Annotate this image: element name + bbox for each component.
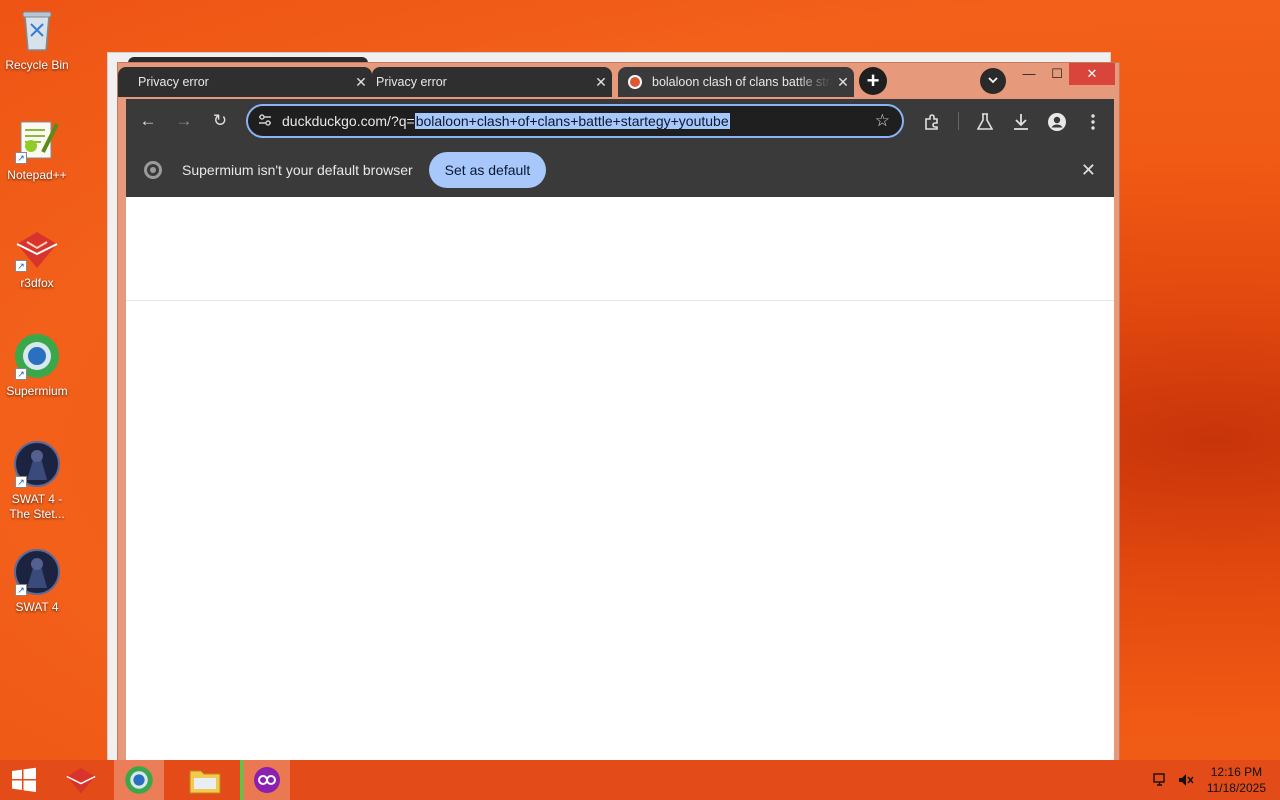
supermium-icon: ↗ [13,332,61,380]
desktop-icon-swat4-stetchkov[interactable]: ↗ SWAT 4 - The Stet... [0,440,74,522]
downloads-icon[interactable] [1003,103,1039,139]
set-as-default-button[interactable]: Set as default [428,152,547,188]
tab-privacy-error-1[interactable]: Privacy error ✕ [118,67,372,97]
desktop-icon-label: SWAT 4 [15,600,59,614]
tab-close-icon[interactable]: ✕ [832,74,854,91]
tab-close-icon[interactable]: ✕ [590,74,612,91]
tab-privacy-error-2[interactable]: Privacy error ✕ [372,67,612,97]
shortcut-arrow-icon: ↗ [15,152,27,164]
desktop-icon-notepad-plus-plus[interactable]: ↗ Notepad++ [0,116,74,183]
tab-duckduckgo-search[interactable]: bolaloon clash of clans battle stra ✕ [618,67,854,97]
shortcut-arrow-icon: ↗ [15,476,27,488]
site-settings-icon[interactable] [258,113,278,130]
desktop-icon-label: Notepad++ [7,168,67,182]
tab-close-icon[interactable]: ✕ [350,74,372,91]
r3dfox-icon: ↗ [13,224,61,272]
desktop-icon-label: Recycle Bin [5,58,69,72]
desktop-icon-r3dfox[interactable]: ↗ r3dfox [0,224,74,291]
minimize-button[interactable]: — [1014,63,1044,85]
duckduckgo-favicon-icon [628,75,642,89]
shortcut-arrow-icon: ↗ [15,260,27,272]
volume-muted-icon[interactable] [1178,772,1194,788]
url-selected-query: bolaloon+clash+of+clans+battle+startegy+… [414,113,730,129]
tab-title: Privacy error [376,75,447,89]
maximize-button[interactable]: ☐ [1042,63,1072,85]
default-browser-infobar: Supermium isn't your default browser Set… [126,143,1114,197]
toolbar-separator [958,112,959,130]
infobar-close-icon[interactable]: ✕ [1081,160,1096,181]
taskbar: 12:16 PM 11/18/2025 [0,760,1280,800]
desktop-icon-swat4[interactable]: ↗ SWAT 4 [0,548,74,615]
taskbar-r3dfox[interactable] [56,760,106,800]
folder-icon [189,770,221,794]
menu-kebab-icon[interactable] [1075,103,1111,139]
forward-button[interactable]: → [166,103,202,139]
infinity-app-icon [253,767,280,793]
swat4-icon: ↗ [13,548,61,596]
page-content [126,197,1114,761]
desktop-icon-label: Supermium [6,384,68,398]
chromium-logo-icon [144,161,162,179]
notepad-plus-plus-icon: ↗ [13,116,61,164]
clock-time: 12:16 PM [1210,765,1263,779]
desktop-icon-supermium[interactable]: ↗ Supermium [0,332,74,399]
clock-date: 11/18/2025 [1206,781,1266,795]
bookmark-star-icon[interactable]: ☆ [875,111,890,131]
shortcut-arrow-icon: ↗ [15,368,27,380]
profile-avatar-icon[interactable] [1039,103,1075,139]
browser-toolbar: ← → ↻ duckduckgo.com/?q= bolaloon+clash+o… [126,99,1114,143]
back-button[interactable]: ← [130,103,166,139]
tab-search-chevron-icon[interactable] [980,68,1006,94]
close-window-button[interactable]: ✕ [1069,63,1115,85]
recycle-bin-icon [13,6,61,54]
swat4-stetchkov-icon: ↗ [13,440,61,488]
desktop-icon-recycle-bin[interactable]: Recycle Bin [0,6,74,73]
supermium-icon [125,766,153,794]
new-tab-button[interactable]: + [859,67,887,95]
url-text: duckduckgo.com/?q= [282,113,415,129]
taskbar-file-explorer[interactable] [180,760,230,800]
r3dfox-icon [66,767,96,794]
tab-strip: Privacy error ✕ Privacy error ✕ bolaloon… [118,63,1119,99]
taskbar-app-purple[interactable] [240,760,290,800]
network-icon[interactable] [1153,772,1169,788]
taskbar-supermium[interactable] [114,760,164,800]
tab-title: Privacy error [138,75,209,89]
desktop-icon-label: r3dfox [20,276,54,290]
start-button[interactable] [0,760,48,800]
extensions-icon[interactable] [914,103,950,139]
address-bar[interactable]: duckduckgo.com/?q= bolaloon+clash+of+clan… [246,104,904,138]
desktop-icon-label: SWAT 4 - The Stet... [9,492,65,521]
browser-window: Privacy error ✕ Privacy error ✕ bolaloon… [117,62,1120,768]
system-clock[interactable]: 12:16 PM 11/18/2025 [1207,764,1266,796]
infobar-message: Supermium isn't your default browser [182,162,413,178]
reload-button[interactable]: ↻ [202,103,238,139]
page-divider [126,300,1114,301]
shortcut-arrow-icon: ↗ [15,584,27,596]
windows-logo-icon [12,767,36,792]
tab-title: bolaloon clash of clans battle stra [652,75,832,89]
labs-flask-icon[interactable] [967,103,1003,139]
